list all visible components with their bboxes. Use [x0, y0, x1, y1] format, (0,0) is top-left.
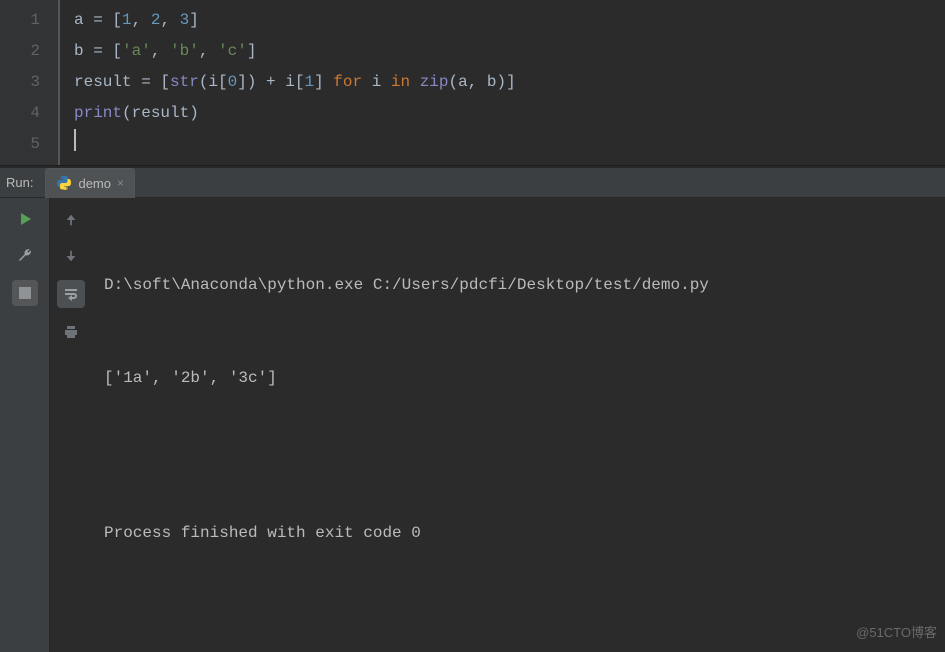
arrow-up-icon[interactable]: [59, 208, 83, 232]
console-line-cmd: D:\soft\Anaconda\python.exe C:/Users/pdc…: [104, 270, 933, 301]
rerun-icon[interactable]: [14, 208, 36, 230]
code-line[interactable]: result = [str(i[0]) + i[1] for i in zip(…: [74, 67, 945, 98]
run-body: D:\soft\Anaconda\python.exe C:/Users/pdc…: [0, 198, 945, 652]
run-tab-demo[interactable]: demo ×: [45, 168, 135, 198]
console-line-exit: Process finished with exit code 0: [104, 518, 933, 549]
line-number-gutter: 12345: [0, 0, 60, 165]
line-number: 1: [6, 5, 40, 36]
code-line[interactable]: [74, 129, 945, 160]
text-cursor: [74, 129, 76, 151]
run-tabbar: Run: demo ×: [0, 168, 945, 198]
run-panel: Run: demo ×: [0, 168, 945, 652]
python-icon: [56, 175, 72, 191]
soft-wrap-icon[interactable]: [57, 280, 85, 308]
code-line[interactable]: a = [1, 2, 3]: [74, 5, 945, 36]
print-icon[interactable]: [59, 320, 83, 344]
run-label: Run:: [0, 175, 45, 190]
console-output[interactable]: D:\soft\Anaconda\python.exe C:/Users/pdc…: [92, 198, 945, 652]
run-tab-label: demo: [78, 176, 111, 191]
code-area[interactable]: a = [1, 2, 3]b = ['a', 'b', 'c']result =…: [60, 0, 945, 165]
arrow-down-icon[interactable]: [59, 244, 83, 268]
run-nav-column: [50, 198, 92, 652]
line-number: 5: [6, 129, 40, 160]
line-number: 2: [6, 36, 40, 67]
close-icon[interactable]: ×: [117, 176, 124, 190]
line-number: 4: [6, 98, 40, 129]
code-line[interactable]: print(result): [74, 98, 945, 129]
watermark: @51CTO博客: [856, 617, 937, 648]
editor-pane: 12345 a = [1, 2, 3]b = ['a', 'b', 'c']re…: [0, 0, 945, 166]
code-line[interactable]: b = ['a', 'b', 'c']: [74, 36, 945, 67]
wrench-icon[interactable]: [14, 244, 36, 266]
line-number: 3: [6, 67, 40, 98]
run-action-sidebar: [0, 198, 50, 652]
stop-icon[interactable]: [12, 280, 38, 306]
console-line-result: ['1a', '2b', '3c']: [104, 363, 933, 394]
